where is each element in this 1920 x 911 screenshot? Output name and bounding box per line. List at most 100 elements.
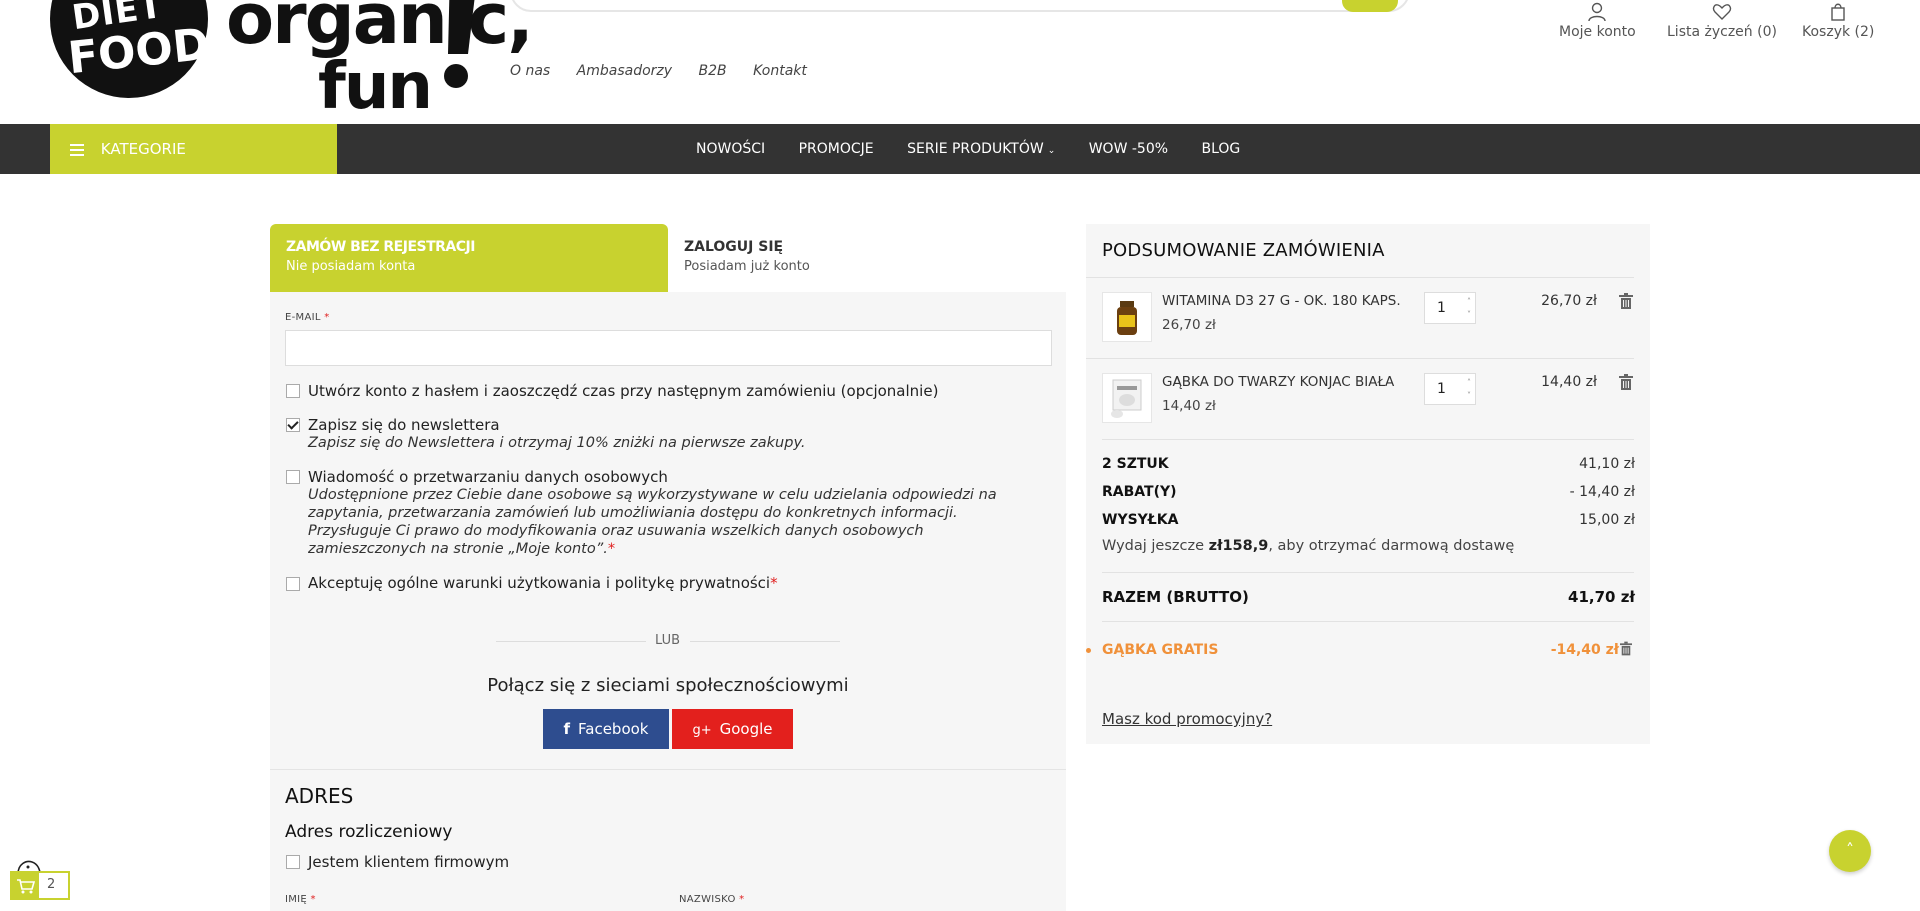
nav-item-serie[interactable]: SERIE PRODUKTÓW ⌄ xyxy=(907,141,1055,157)
privacy-description-line3: Przysługuje Ci prawo do modyfikowania or… xyxy=(308,523,924,539)
free-shipping-amount: zł158,9 xyxy=(1208,538,1269,554)
newsletter-checkbox[interactable] xyxy=(286,418,300,432)
product-name[interactable]: WITAMINA D3 27 G - OK. 180 KAPS. xyxy=(1162,293,1401,309)
tab-guest-checkout[interactable]: ZAMÓW BEZ REJESTRACJI Nie posiadam konta xyxy=(270,224,668,292)
facebook-label: Facebook xyxy=(578,720,649,738)
email-label-text: E-MAIL xyxy=(285,312,321,323)
product-unit-price: 26,70 zł xyxy=(1162,317,1216,333)
wishlist-label: Lista życzeń (0) xyxy=(1667,24,1777,40)
facebook-login-button[interactable]: f Facebook xyxy=(543,709,669,749)
discount-label: RABAT(Y) xyxy=(1102,484,1177,500)
scroll-to-top-button[interactable]: ˄ xyxy=(1829,830,1871,872)
trash-icon[interactable] xyxy=(1619,293,1633,309)
product-thumbnail[interactable] xyxy=(1102,373,1152,423)
company-client-label: Jestem klientem firmowym xyxy=(308,853,510,871)
nav-item-wow[interactable]: WOW -50% xyxy=(1089,141,1168,157)
categories-label: KATEGORIE xyxy=(100,140,186,158)
required-marker: * xyxy=(324,312,330,323)
logo-exclamation-icon xyxy=(444,0,475,88)
chevron-up-icon[interactable]: ˄ xyxy=(1467,298,1471,306)
discount-value: - 14,40 zł xyxy=(1569,484,1635,500)
vitamin-bottle-image xyxy=(1117,301,1137,335)
quantity-stepper[interactable]: 1 ˄ ˅ xyxy=(1424,292,1476,324)
required-marker: * xyxy=(310,894,316,905)
account-link[interactable]: Moje konto xyxy=(1559,2,1636,40)
tab-login-subtitle: Posiadam już konto xyxy=(684,259,810,274)
summary-divider xyxy=(1086,358,1634,359)
product-name[interactable]: GĄBKA DO TWARZY KONJAC BIAŁA xyxy=(1162,374,1394,390)
social-login-title: Połącz się z sieciami społecznościowymi xyxy=(487,675,849,696)
product-total: 26,70 zł xyxy=(1541,293,1597,309)
email-field[interactable] xyxy=(285,330,1052,366)
shipping-label: WYSYŁKA xyxy=(1102,512,1179,528)
sponge-package-image xyxy=(1111,379,1142,418)
logo-badge[interactable]: DIET FOOD xyxy=(50,0,212,98)
cart-label: Koszyk (2) xyxy=(1802,24,1875,40)
promo-bullet xyxy=(1086,648,1091,653)
items-count-value: 41,10 zł xyxy=(1579,456,1635,472)
total-value: 41,70 zł xyxy=(1568,588,1635,606)
link-b2b[interactable]: B2B xyxy=(699,63,727,79)
company-client-checkbox[interactable] xyxy=(286,855,300,869)
terms-checkbox[interactable] xyxy=(286,577,300,591)
tab-login[interactable]: ZALOGUJ SIĘ Posiadam już konto xyxy=(668,224,1066,292)
chevron-down-icon: ⌄ xyxy=(1047,146,1056,156)
trash-icon[interactable] xyxy=(1620,641,1632,656)
product-total: 14,40 zł xyxy=(1541,374,1597,390)
quantity-stepper[interactable]: 1 ˄ ˅ xyxy=(1424,373,1476,405)
google-label: Google xyxy=(719,720,773,738)
nav-item-blog[interactable]: BLOG xyxy=(1202,141,1241,157)
tab-login-title: ZALOGUJ SIĘ xyxy=(684,239,784,255)
quantity-value: 1 xyxy=(1437,300,1446,316)
total-label: RAZEM (BRUTTO) xyxy=(1102,588,1249,606)
quantity-value: 1 xyxy=(1437,381,1446,397)
privacy-description-line1: Udostępnione przez Ciebie dane osobowe s… xyxy=(308,487,997,503)
newsletter-description: Zapisz się do Newslettera i otrzymaj 10%… xyxy=(308,435,806,451)
required-marker: * xyxy=(607,541,616,557)
nav-item-promocje[interactable]: PROMOCJE xyxy=(799,141,874,157)
nav-item-nowosci[interactable]: NOWOŚCI xyxy=(696,141,765,157)
cart-link[interactable]: Koszyk (2) xyxy=(1802,2,1874,40)
chevron-down-icon[interactable]: ˅ xyxy=(1467,311,1471,319)
nav-menu: NOWOŚCI PROMOCJE SERIE PRODUKTÓW ⌄ WOW -5… xyxy=(696,124,1269,174)
items-count-label: 2 SZTUK xyxy=(1102,456,1169,472)
mini-cart[interactable]: 2 xyxy=(10,871,70,900)
privacy-description-line4-text: zamieszczonych na stronie „Moje konto”. xyxy=(308,541,608,557)
promo-rule-label: GĄBKA GRATIS xyxy=(1102,642,1219,658)
google-login-button[interactable]: g+ Google xyxy=(672,709,793,749)
privacy-label: Wiadomość o przetwarzaniu danych osobowy… xyxy=(308,468,668,486)
search-button[interactable] xyxy=(1342,0,1398,12)
summary-divider xyxy=(1102,572,1634,573)
menu-icon xyxy=(70,141,84,159)
email-label: E-MAIL * xyxy=(285,312,330,323)
create-account-checkbox[interactable] xyxy=(286,384,300,398)
promo-code-link[interactable]: Masz kod promocyjny? xyxy=(1102,710,1272,728)
product-thumbnail[interactable] xyxy=(1102,292,1152,342)
link-kontakt[interactable]: Kontakt xyxy=(753,63,807,79)
trash-icon[interactable] xyxy=(1619,374,1633,390)
privacy-checkbox[interactable] xyxy=(286,470,300,484)
categories-button[interactable]: KATEGORIE xyxy=(50,124,337,174)
facebook-icon: f xyxy=(563,720,571,738)
cart-icon xyxy=(12,873,39,898)
link-o-nas[interactable]: O nas xyxy=(510,63,550,79)
product-unit-price: 14,40 zł xyxy=(1162,398,1216,414)
search-input[interactable] xyxy=(510,0,1410,12)
wishlist-link[interactable]: Lista życzeń (0) xyxy=(1667,2,1777,40)
shipping-value: 15,00 zł xyxy=(1579,512,1635,528)
account-label: Moje konto xyxy=(1559,24,1636,40)
chevron-down-icon[interactable]: ˅ xyxy=(1467,392,1471,400)
last-name-label: NAZWISKO * xyxy=(679,894,744,905)
bag-icon xyxy=(1831,3,1845,21)
link-ambasadorzy[interactable]: Ambasadorzy xyxy=(577,63,672,79)
promo-rule-value: -14,40 zł xyxy=(1550,642,1619,658)
terms-label: Akceptuję ogólne warunki użytkowania i p… xyxy=(308,574,778,592)
chevron-up-icon[interactable]: ˄ xyxy=(1467,379,1471,387)
first-name-label-text: IMIĘ xyxy=(285,894,308,905)
mini-cart-count: 2 xyxy=(47,877,56,892)
first-name-label: IMIĘ * xyxy=(285,894,316,905)
logo-word-fun[interactable]: fun xyxy=(318,50,433,124)
free-shipping-text-pre: Wydaj jeszcze xyxy=(1102,538,1209,554)
terms-label-text: Akceptuję ogólne warunki użytkowania i p… xyxy=(308,574,771,592)
section-divider xyxy=(270,769,1066,770)
